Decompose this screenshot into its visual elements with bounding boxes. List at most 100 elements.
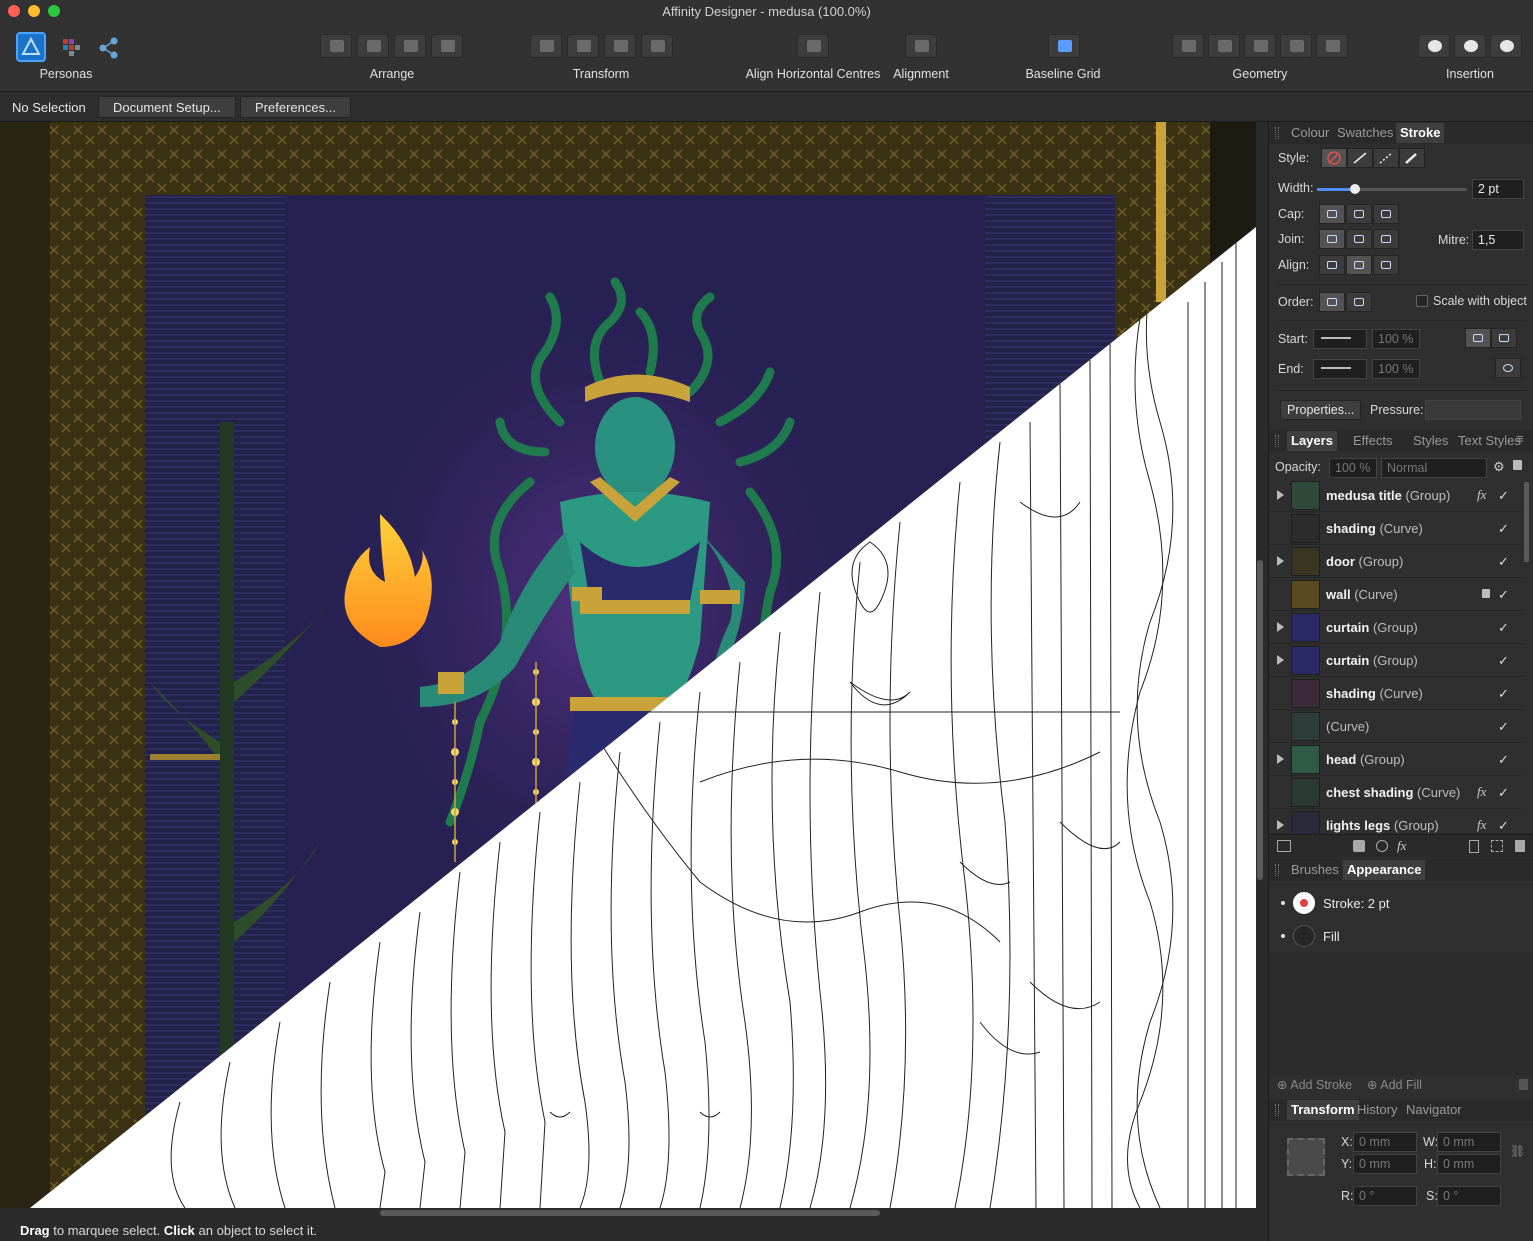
- delete-appearance-icon[interactable]: [1519, 1079, 1528, 1090]
- insert-top-button[interactable]: [1454, 34, 1486, 58]
- end-scale-field[interactable]: 100 %: [1372, 359, 1420, 379]
- geometry-subtract-button[interactable]: [1208, 34, 1240, 58]
- layer-effects-icon[interactable]: fx: [1477, 487, 1486, 503]
- blend-mode-select[interactable]: Normal: [1381, 458, 1487, 478]
- designer-persona-icon[interactable]: [16, 32, 46, 62]
- tab-layers[interactable]: Layers: [1287, 431, 1337, 451]
- y-field[interactable]: 0 mm: [1353, 1154, 1417, 1174]
- expand-arrow-icon[interactable]: [1277, 622, 1284, 632]
- visibility-checkbox[interactable]: ✓: [1498, 620, 1512, 635]
- dash-line-style-button[interactable]: [1373, 148, 1399, 168]
- arrange-front-button[interactable]: [431, 34, 463, 58]
- layer-row[interactable]: door (Group) ✓: [1269, 545, 1524, 578]
- butt-cap-button[interactable]: [1319, 204, 1345, 224]
- texture-line-style-button[interactable]: [1399, 148, 1425, 168]
- layer-row[interactable]: medusa title (Group) fx ✓: [1269, 479, 1524, 512]
- tab-effects[interactable]: Effects: [1353, 433, 1393, 448]
- expand-arrow-icon[interactable]: [1277, 490, 1284, 500]
- lock-icon[interactable]: [1513, 460, 1522, 470]
- export-persona-icon[interactable]: [94, 32, 124, 62]
- tab-history[interactable]: History: [1357, 1102, 1397, 1117]
- arrange-back-button[interactable]: [320, 34, 352, 58]
- scale-with-object-checkbox[interactable]: [1416, 295, 1428, 307]
- visibility-checkbox[interactable]: ✓: [1498, 818, 1512, 833]
- layer-effects-icon[interactable]: fx: [1477, 817, 1486, 833]
- tab-appearance[interactable]: Appearance: [1343, 860, 1426, 880]
- add-fill-button[interactable]: ⊕ Add Fill: [1367, 1077, 1422, 1092]
- group-layers-icon[interactable]: [1491, 840, 1503, 852]
- flip-horizontal-button[interactable]: [530, 34, 562, 58]
- width-field[interactable]: 2 pt: [1472, 179, 1524, 199]
- end-arrowhead-select[interactable]: [1313, 359, 1367, 379]
- visibility-checkbox[interactable]: ✓: [1498, 554, 1512, 569]
- visibility-checkbox[interactable]: ✓: [1498, 587, 1512, 602]
- layer-row[interactable]: shading (Curve) ✓: [1269, 512, 1524, 545]
- mitre-field[interactable]: 1,5: [1472, 230, 1524, 250]
- insert-behind-button[interactable]: [1418, 34, 1450, 58]
- expand-arrow-icon[interactable]: [1277, 754, 1284, 764]
- arrow-position-outside-button[interactable]: [1491, 328, 1517, 348]
- opacity-field[interactable]: 100 %: [1329, 458, 1377, 478]
- swap-arrowheads-icon[interactable]: [1495, 358, 1521, 378]
- document-setup-button[interactable]: Document Setup...: [98, 96, 236, 118]
- arrange-backward-button[interactable]: [357, 34, 389, 58]
- expand-arrow-icon[interactable]: [1277, 556, 1284, 566]
- lock-icon[interactable]: [1482, 589, 1490, 598]
- miter-join-button[interactable]: [1319, 229, 1345, 249]
- round-cap-button[interactable]: [1346, 204, 1372, 224]
- layer-effects-icon[interactable]: fx: [1397, 838, 1406, 854]
- pressure-curve-field[interactable]: [1425, 400, 1521, 420]
- square-cap-button[interactable]: [1373, 204, 1399, 224]
- bevel-join-button[interactable]: [1373, 229, 1399, 249]
- tab-stroke[interactable]: Stroke: [1396, 123, 1445, 143]
- layer-row[interactable]: head (Group) ✓: [1269, 743, 1524, 776]
- rotation-field[interactable]: 0 °: [1353, 1186, 1417, 1206]
- rotate-right-button[interactable]: [641, 34, 673, 58]
- width-slider-knob[interactable]: [1349, 184, 1360, 194]
- geometry-intersect-button[interactable]: [1244, 34, 1276, 58]
- width-slider[interactable]: [1317, 184, 1467, 194]
- panel-menu-icon[interactable]: ≡: [1516, 431, 1524, 446]
- w-field[interactable]: 0 mm: [1437, 1132, 1501, 1152]
- layer-row[interactable]: curtain (Group) ✓: [1269, 644, 1524, 677]
- canvas-vertical-scrollbar[interactable]: [1257, 560, 1263, 880]
- visibility-checkbox[interactable]: ✓: [1498, 686, 1512, 701]
- preferences-button[interactable]: Preferences...: [240, 96, 351, 118]
- stroke-front-fill-button[interactable]: [1346, 292, 1372, 312]
- stroke-swatch[interactable]: [1293, 892, 1315, 914]
- start-arrowhead-select[interactable]: [1313, 329, 1367, 349]
- tab-text-styles[interactable]: Text Styles: [1458, 433, 1521, 448]
- geometry-add-button[interactable]: [1172, 34, 1204, 58]
- tab-colour[interactable]: Colour: [1291, 125, 1329, 140]
- align-inside-button[interactable]: [1319, 255, 1345, 275]
- geometry-xor-button[interactable]: [1280, 34, 1312, 58]
- appearance-fill-row[interactable]: Fill: [1269, 920, 1533, 953]
- tab-brushes[interactable]: Brushes: [1291, 862, 1339, 877]
- appearance-stroke-row[interactable]: Stroke: 2 pt: [1269, 887, 1533, 920]
- insert-inside-button[interactable]: [1490, 34, 1522, 58]
- panel-grip-icon[interactable]: [1275, 435, 1279, 447]
- no-stroke-style-button[interactable]: [1321, 148, 1347, 168]
- expand-arrow-icon[interactable]: [1277, 820, 1284, 830]
- expand-arrow-icon[interactable]: [1277, 655, 1284, 665]
- canvas-horizontal-scrollbar[interactable]: [380, 1210, 880, 1216]
- anchor-point-selector[interactable]: [1287, 1138, 1325, 1176]
- visibility-checkbox[interactable]: ✓: [1498, 752, 1512, 767]
- visibility-checkbox[interactable]: ✓: [1498, 719, 1512, 734]
- round-join-button[interactable]: [1346, 229, 1372, 249]
- visibility-checkbox[interactable]: ✓: [1498, 653, 1512, 668]
- visibility-checkbox[interactable]: ✓: [1498, 521, 1512, 536]
- alignment-button[interactable]: [905, 34, 937, 58]
- stroke-properties-button[interactable]: Properties...: [1280, 400, 1362, 420]
- visibility-checkbox[interactable]: ✓: [1498, 785, 1512, 800]
- x-field[interactable]: 0 mm: [1353, 1132, 1417, 1152]
- adjustment-layer-icon[interactable]: [1376, 840, 1388, 852]
- shear-field[interactable]: 0 °: [1437, 1186, 1501, 1206]
- pixel-persona-icon[interactable]: [58, 32, 88, 62]
- layer-row[interactable]: shading (Curve) ✓: [1269, 677, 1524, 710]
- visibility-checkbox[interactable]: ✓: [1498, 488, 1512, 503]
- align-outside-button[interactable]: [1373, 255, 1399, 275]
- panel-grip-icon[interactable]: [1275, 864, 1279, 876]
- layers-scrollbar[interactable]: [1524, 482, 1529, 562]
- start-scale-field[interactable]: 100 %: [1372, 329, 1420, 349]
